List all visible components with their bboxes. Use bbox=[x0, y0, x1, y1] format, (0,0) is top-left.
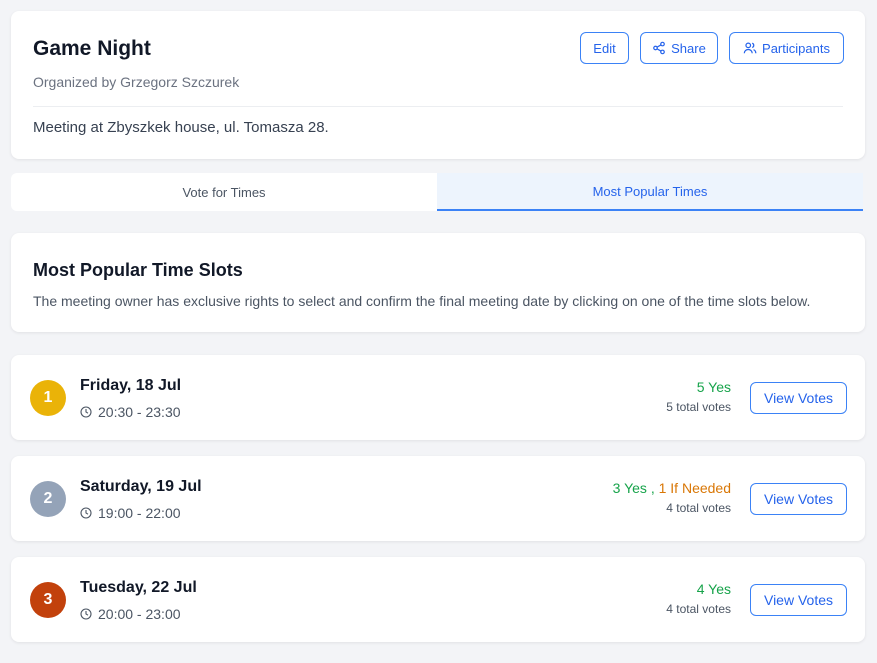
section-title: Most Popular Time Slots bbox=[33, 260, 243, 280]
slot-time: 20:30 - 23:30 bbox=[98, 404, 181, 420]
view-votes-button[interactable]: View Votes bbox=[750, 584, 847, 616]
slot-time-row: 20:00 - 23:00 bbox=[80, 606, 181, 622]
total-votes: 5 total votes bbox=[666, 400, 731, 414]
users-icon bbox=[743, 42, 757, 54]
participants-button-label: Participants bbox=[762, 40, 830, 56]
total-votes: 4 total votes bbox=[666, 602, 731, 616]
share-icon bbox=[653, 41, 666, 55]
time-slot-card[interactable]: 3 Tuesday, 22 Jul 20:00 - 23:00 4 Yes 4 … bbox=[11, 557, 865, 642]
slot-time-row: 20:30 - 23:30 bbox=[80, 404, 181, 420]
yes-count: 5 Yes bbox=[696, 379, 731, 395]
clock-icon bbox=[80, 608, 92, 620]
section-description: The meeting owner has exclusive rights t… bbox=[33, 293, 811, 309]
view-votes-button[interactable]: View Votes bbox=[750, 382, 847, 414]
slot-date: Friday, 18 Jul bbox=[80, 377, 182, 394]
meeting-header: Game Night Organized by Grzegorz Szczure… bbox=[11, 11, 865, 159]
organizer-text: Organized by Grzegorz Szczurek bbox=[33, 74, 240, 90]
yes-count: 4 Yes bbox=[696, 581, 731, 597]
count-separator: , bbox=[646, 480, 659, 496]
page-title: Game Night bbox=[33, 37, 151, 60]
rank-badge: 3 bbox=[30, 582, 66, 618]
edit-button-label: Edit bbox=[593, 40, 616, 56]
slot-date: Tuesday, 22 Jul bbox=[80, 579, 197, 596]
participants-button[interactable]: Participants bbox=[729, 32, 844, 64]
vote-counts: 3 Yes , 1 If Needed bbox=[613, 480, 731, 496]
share-button[interactable]: Share bbox=[640, 32, 718, 64]
clock-icon bbox=[80, 406, 92, 418]
vote-counts: 5 Yes bbox=[666, 379, 731, 395]
share-button-label: Share bbox=[671, 40, 706, 56]
view-tabs: Vote for Times Most Popular Times bbox=[11, 173, 863, 211]
total-votes: 4 total votes bbox=[666, 501, 731, 515]
slot-time: 20:00 - 23:00 bbox=[98, 606, 181, 622]
yes-count: 3 Yes bbox=[612, 480, 647, 496]
vote-summary: 5 Yes 5 total votes bbox=[666, 379, 731, 414]
popular-slots-header: Most Popular Time Slots The meeting owne… bbox=[11, 233, 865, 332]
meeting-description: Meeting at Zbyszkek house, ul. Tomasza 2… bbox=[33, 119, 329, 136]
vote-summary: 3 Yes , 1 If Needed 4 total votes bbox=[613, 480, 731, 515]
slot-time-row: 19:00 - 22:00 bbox=[80, 505, 181, 521]
vote-counts: 4 Yes bbox=[666, 581, 731, 597]
time-slot-card[interactable]: 2 Saturday, 19 Jul 19:00 - 22:00 3 Yes ,… bbox=[11, 456, 865, 541]
edit-button[interactable]: Edit bbox=[580, 32, 629, 64]
tab-vote-for-times[interactable]: Vote for Times bbox=[11, 173, 437, 211]
tab-most-popular-times[interactable]: Most Popular Times bbox=[437, 173, 863, 211]
rank-badge: 2 bbox=[30, 481, 66, 517]
header-divider bbox=[33, 106, 843, 107]
view-votes-button[interactable]: View Votes bbox=[750, 483, 847, 515]
time-slot-card[interactable]: 1 Friday, 18 Jul 20:30 - 23:30 5 Yes 5 t… bbox=[11, 355, 865, 440]
clock-icon bbox=[80, 507, 92, 519]
if-needed-count: 1 If Needed bbox=[658, 480, 731, 496]
slot-date: Saturday, 19 Jul bbox=[80, 478, 202, 495]
slot-time: 19:00 - 22:00 bbox=[98, 505, 181, 521]
rank-badge: 1 bbox=[30, 380, 66, 416]
vote-summary: 4 Yes 4 total votes bbox=[666, 581, 731, 616]
